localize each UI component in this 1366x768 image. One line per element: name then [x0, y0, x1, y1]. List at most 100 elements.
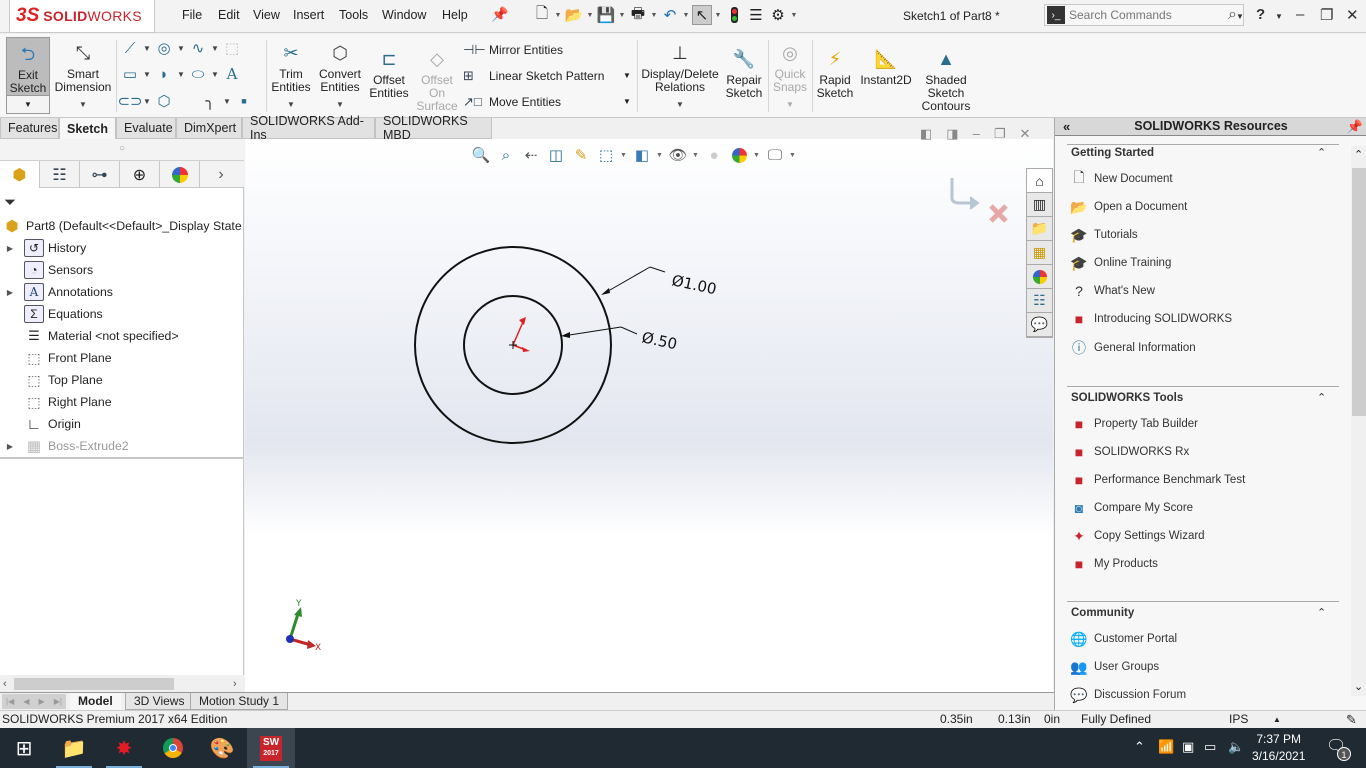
menu-window[interactable]: Window [382, 8, 426, 22]
quick-snaps-button[interactable]: ◎ Quick Snaps ▼ [770, 40, 810, 111]
view-palette-tab-icon[interactable]: ▦ [1027, 241, 1052, 265]
resource-online-training[interactable]: 🎓 Online Training [1069, 253, 1171, 273]
chrome-taskbar-icon[interactable] [149, 728, 197, 768]
spline-icon[interactable]: ∿ [188, 38, 208, 58]
dimxpert-manager-tab[interactable]: ⊕ [120, 161, 160, 188]
pin-panel-icon[interactable]: 📌 [1347, 118, 1363, 135]
resource-introducing-solidworks[interactable]: ■ Introducing SOLIDWORKS [1069, 309, 1232, 329]
panel-grip-handle[interactable]: ○ [0, 139, 244, 161]
horizontal-scrollbar[interactable]: ‹ › [0, 675, 244, 692]
tree-root-part[interactable]: ⬢ Part8 (Default<<Default>_Display State… [2, 215, 251, 237]
help-dropdown[interactable]: ▼ [1275, 12, 1283, 21]
display-delete-relations-button[interactable]: ⊥ Display/Delete Relations ▼ [641, 40, 719, 111]
featuremanager-tree-tab[interactable]: ⬢ [0, 161, 40, 188]
print-dropdown[interactable]: ▼ [650, 12, 658, 19]
solidworks-taskbar-icon[interactable]: SW 2017 [247, 728, 295, 768]
menu-tools[interactable]: Tools [339, 8, 368, 22]
resource-customer-portal[interactable]: 🌐 Customer Portal [1069, 629, 1177, 649]
unit-system-dropdown[interactable]: ▲ [1273, 711, 1281, 728]
circle-dropdown[interactable]: ▼ [177, 44, 185, 53]
open-document-icon[interactable]: 📂 [564, 5, 584, 25]
offset-on-surface-button[interactable]: ◇ Offset On Surface [414, 46, 460, 113]
solidworks-logo[interactable]: 3S SOLIDWORKS [9, 0, 155, 33]
select-dropdown[interactable]: ▼ [714, 12, 722, 19]
resource-discussion-forum[interactable]: 💬 Discussion Forum [1069, 685, 1186, 705]
point-icon[interactable]: ■ [234, 91, 254, 111]
filter-icon[interactable]: ⏷ [4, 194, 16, 211]
rectangle-icon[interactable]: ▭ [120, 64, 140, 84]
collapse-section-chevron-icon[interactable]: ⌃ [1317, 391, 1326, 404]
resource-performance-benchmark[interactable]: ■ Performance Benchmark Test [1069, 470, 1246, 490]
polygon-icon[interactable]: ⬡ [154, 91, 174, 111]
trim-dropdown[interactable]: ▼ [287, 98, 295, 111]
resource-new-document[interactable]: 🗋 New Document [1069, 169, 1172, 189]
sketch-origin[interactable] [509, 317, 530, 352]
design-library-tab-icon[interactable]: ▥ [1027, 193, 1052, 217]
configuration-manager-tab[interactable]: ⊶ [80, 161, 120, 188]
relations-dropdown[interactable]: ▼ [676, 98, 684, 111]
tree-item-right-plane[interactable]: ⬚ Right Plane [0, 391, 111, 413]
ellipse-dropdown[interactable]: ▼ [211, 70, 219, 79]
slot-dropdown[interactable]: ▼ [143, 97, 151, 106]
menu-help[interactable]: Help [442, 8, 468, 22]
collapse-section-chevron-icon[interactable]: ⌃ [1317, 606, 1326, 619]
resource-whats-new[interactable]: ? What's New [1069, 281, 1155, 301]
ellipse-icon[interactable]: ⬭ [188, 64, 208, 84]
minimize-button[interactable]: – [1296, 6, 1304, 23]
search-dropdown[interactable]: ▼ [1236, 12, 1244, 21]
scroll-left-icon[interactable]: ‹ [3, 678, 7, 690]
custom-properties-tab-icon[interactable]: ☷ [1027, 289, 1052, 313]
tab-solidworks-mbd[interactable]: SOLIDWORKS MBD [375, 114, 492, 142]
last-tab-icon[interactable]: ▶| [54, 697, 62, 706]
options-gear-icon[interactable]: ⚙ [768, 5, 788, 25]
quick-snaps-dropdown[interactable]: ▼ [786, 98, 794, 111]
file-properties-icon[interactable]: ☰ [746, 5, 766, 25]
smart-dimension-dropdown[interactable]: ▼ [79, 98, 87, 111]
linear-pattern-dropdown[interactable]: ▼ [623, 71, 631, 80]
offset-entities-button[interactable]: ⊏ Offset Entities [366, 46, 412, 100]
resource-tutorials[interactable]: 🎓 Tutorials [1069, 225, 1137, 245]
search-commands-box[interactable]: ›_ Search Commands ⌕ [1044, 4, 1244, 26]
print-icon[interactable]: 🖶 [628, 5, 648, 25]
file-explorer-taskbar-icon[interactable]: 📁 [50, 728, 98, 768]
line-dropdown[interactable]: ▼ [143, 44, 151, 53]
slot-icon[interactable]: ⊂⊃ [117, 91, 142, 111]
resource-my-products[interactable]: ■ My Products [1069, 554, 1158, 574]
resource-compare-my-score[interactable]: ◙ Compare My Score [1069, 498, 1193, 518]
instant2d-button[interactable]: 📐 Instant2D [858, 46, 914, 87]
menu-file[interactable]: File [182, 8, 202, 22]
resource-open-document[interactable]: 📂 Open a Document [1069, 197, 1187, 217]
select-pointer-icon[interactable]: ↖ [692, 5, 712, 25]
file-explorer-tab-folder-icon[interactable]: 📁 [1027, 217, 1052, 241]
battery-icon[interactable]: ▭ [1204, 739, 1216, 755]
show-hidden-icons-chevron[interactable]: ⌃ [1134, 739, 1145, 755]
section-solidworks-tools-title[interactable]: SOLIDWORKS Tools [1071, 392, 1183, 404]
search-input[interactable]: Search Commands [1069, 8, 1228, 22]
scroll-up-icon[interactable]: ⌃ [1354, 148, 1363, 161]
move-entities-button[interactable]: ↗□ Move Entities [463, 94, 561, 110]
options-dropdown[interactable]: ▼ [790, 12, 798, 19]
tab-solidworks-add-ins[interactable]: SOLIDWORKS Add-Ins [242, 114, 375, 142]
tab-dimxpert[interactable]: DimXpert [176, 118, 242, 139]
tab-sketch[interactable]: Sketch [59, 118, 116, 139]
tree-item-annotations[interactable]: ▶ A Annotations [0, 281, 113, 303]
menu-insert[interactable]: Insert [293, 8, 324, 22]
undo-icon[interactable]: ↶ [660, 5, 680, 25]
pin-menu-icon[interactable]: 📌 [491, 6, 508, 23]
mirror-entities-button[interactable]: ⊣⊢ Mirror Entities [463, 42, 563, 58]
speaker-icon[interactable]: 🔈 [1228, 739, 1244, 755]
resource-copy-settings-wizard[interactable]: ✦ Copy Settings Wizard [1069, 526, 1204, 546]
save-icon[interactable]: 💾 [596, 5, 616, 25]
tab-features[interactable]: Features [0, 118, 59, 139]
move-dropdown[interactable]: ▼ [623, 97, 631, 106]
tree-item-material[interactable]: ☰ Material <not specified> [0, 325, 178, 347]
convert-entities-button[interactable]: ⬡ Convert Entities ▼ [316, 40, 364, 111]
menu-view[interactable]: View [253, 8, 280, 22]
solidworks-resources-tab-home-icon[interactable]: ⌂ [1027, 169, 1052, 193]
prev-tab-icon[interactable]: ◀ [23, 697, 29, 706]
resource-user-groups[interactable]: 👥 User Groups [1069, 657, 1159, 677]
taskbar-clock[interactable]: 7:37 PM 3/16/2021 [1252, 731, 1305, 765]
arc-dropdown[interactable]: ▼ [177, 70, 185, 79]
collapse-panel-icon[interactable]: « [1063, 118, 1070, 135]
tab-motion-study-1[interactable]: Motion Study 1 [190, 693, 289, 710]
